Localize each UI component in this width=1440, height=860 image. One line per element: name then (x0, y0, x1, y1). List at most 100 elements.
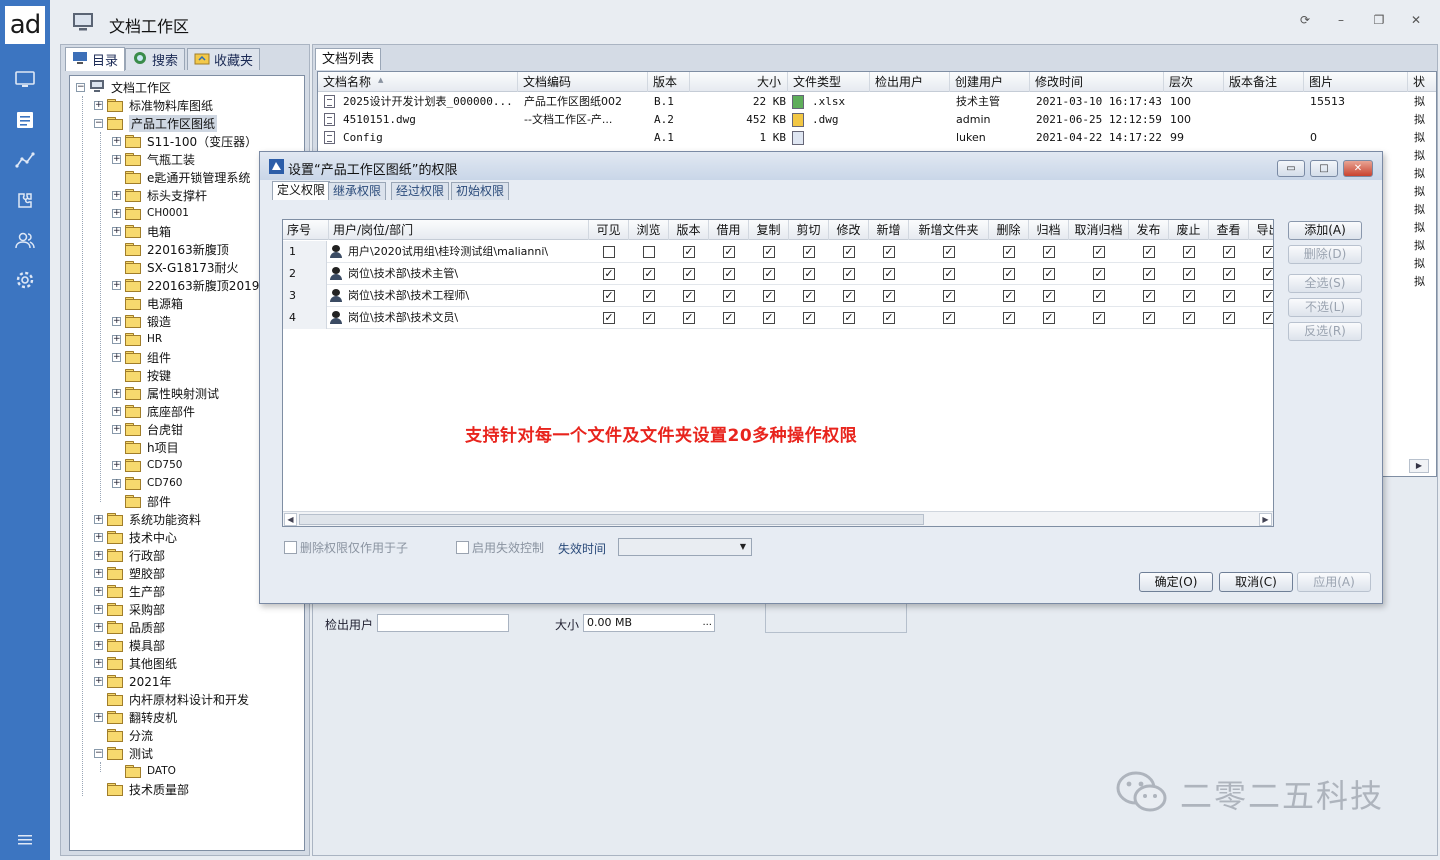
apply-button[interactable]: 应用(A) (1297, 572, 1371, 592)
permission-checkbox[interactable]: ✓ (603, 312, 615, 324)
table-cell-creator[interactable]: 技术主管 (956, 93, 1028, 111)
expand-icon[interactable]: + (112, 424, 121, 434)
scroll-thumb[interactable] (299, 514, 924, 525)
permission-checkbox[interactable]: ✓ (1003, 290, 1015, 302)
permission-checkbox[interactable]: ✓ (1183, 290, 1195, 302)
permission-checkbox[interactable]: ✓ (723, 312, 735, 324)
expiry-select[interactable]: ▼ (618, 538, 752, 556)
permission-checkbox[interactable]: ✓ (723, 268, 735, 280)
expand-icon[interactable]: + (112, 280, 121, 290)
column-header[interactable]: 借用 (709, 220, 749, 240)
tree-item[interactable]: SX-G18173耐火 (112, 258, 238, 276)
permission-checkbox[interactable]: ✓ (943, 290, 955, 302)
users-icon[interactable] (13, 228, 37, 252)
table-cell-modified[interactable]: 2021-06-25 12:12:59 (1036, 111, 1162, 129)
ok-button[interactable]: 确定(O) (1139, 572, 1213, 592)
permission-checkbox[interactable]: ✓ (1183, 246, 1195, 258)
principal-cell[interactable]: 用户\2020试用组\桂玲测试组\malianni\ (329, 241, 548, 263)
delete-children-option[interactable]: 删除权限仅作用于子 (284, 539, 408, 556)
column-header[interactable]: 查看 (1209, 220, 1249, 240)
permission-checkbox[interactable]: ✓ (883, 312, 895, 324)
table-cell-version[interactable]: A.2 (654, 111, 688, 129)
expand-icon[interactable]: + (94, 712, 103, 722)
expand-icon[interactable]: + (112, 388, 121, 398)
table-cell-image[interactable] (1310, 111, 1406, 129)
table-cell-status[interactable]: 拟 (1414, 165, 1436, 183)
expand-icon[interactable]: + (94, 640, 103, 650)
maximize-button[interactable]: □ (1310, 160, 1338, 177)
tree-item[interactable]: + 气瓶工装 (112, 150, 195, 168)
permission-checkbox[interactable]: ✓ (803, 290, 815, 302)
minimize-icon[interactable]: – (1332, 12, 1350, 28)
tree-item[interactable]: + 技术中心 (94, 528, 177, 546)
column-header[interactable]: 图片 (1304, 72, 1408, 92)
table-cell-level[interactable]: 99 (1170, 129, 1222, 147)
expand-icon[interactable]: + (94, 622, 103, 632)
permission-checkbox[interactable]: ✓ (1043, 312, 1055, 324)
tree-item[interactable]: + 组件 (112, 348, 171, 366)
tree-item[interactable]: + 模具部 (94, 636, 165, 654)
column-header[interactable]: 检出用户 (870, 72, 950, 92)
expand-icon[interactable]: + (112, 226, 121, 236)
table-row[interactable]: 4 岗位\技术部\技术文员\ ✓ ✓ ✓ ✓ ✓ ✓ ✓ ✓ ✓ ✓ ✓ ✓ ✓ ✓ ✓ ✓ (283, 307, 1273, 329)
column-header[interactable]: 创建用户 (950, 72, 1030, 92)
tree-item[interactable]: 分流 (94, 726, 153, 744)
permission-checkbox[interactable]: ✓ (683, 312, 695, 324)
checkout-user-field[interactable] (377, 614, 509, 632)
table-cell-modified[interactable]: 2021-04-22 14:17:22 (1036, 129, 1162, 147)
table-cell-status[interactable]: 拟 (1414, 255, 1436, 273)
column-header[interactable]: 可见 (589, 220, 629, 240)
tree-item[interactable]: + CD760 (112, 474, 182, 492)
expand-icon[interactable]: + (94, 568, 103, 578)
permission-checkbox[interactable]: ✓ (1223, 312, 1235, 324)
tree-item[interactable]: +220163新腹顶201907 (112, 276, 275, 294)
permission-checkbox[interactable]: ✓ (763, 312, 775, 324)
tree-item[interactable]: + 行政部 (94, 546, 165, 564)
collapse-icon[interactable]: − (76, 82, 85, 92)
permission-checkbox[interactable]: ✓ (1003, 268, 1015, 280)
permission-checkbox[interactable]: ✓ (843, 312, 855, 324)
permission-checkbox[interactable]: ✓ (763, 268, 775, 280)
table-cell-size[interactable]: 22 KB (696, 93, 786, 111)
table-cell-creator[interactable]: luken (956, 129, 1028, 147)
expand-icon[interactable]: + (94, 100, 103, 110)
table-cell-image[interactable]: 0 (1310, 129, 1406, 147)
permission-checkbox[interactable]: ✓ (1183, 312, 1195, 324)
tree-item[interactable]: − 产品工作区图纸 (94, 114, 218, 132)
permission-checkbox[interactable]: ✓ (603, 268, 615, 280)
tree-item[interactable]: + 采购部 (94, 600, 165, 618)
table-cell-name[interactable]: 2025设计开发计划表_000000... (343, 93, 518, 111)
expand-icon[interactable]: + (112, 334, 121, 344)
monitor-icon[interactable] (13, 68, 37, 92)
column-header[interactable]: 剪切 (789, 220, 829, 240)
permission-checkbox[interactable]: ✓ (1143, 290, 1155, 302)
table-cell-size[interactable]: 1 KB (696, 129, 787, 147)
permission-checkbox[interactable]: ✓ (943, 246, 955, 258)
table-cell-creator[interactable]: admin (956, 111, 1028, 129)
expand-icon[interactable]: + (112, 154, 121, 164)
permission-checkbox[interactable]: ✓ (683, 246, 695, 258)
table-row[interactable]: 3 岗位\技术部\技术工程师\ ✓ ✓ ✓ ✓ ✓ ✓ ✓ ✓ ✓ ✓ ✓ ✓ ✓ ✓ ✓ ✓ (283, 285, 1273, 307)
scroll-right-icon[interactable]: ▶ (1259, 513, 1272, 526)
tree-item[interactable]: h项目 (112, 438, 179, 456)
table-cell-status[interactable]: 拟 (1414, 129, 1436, 147)
permission-checkbox[interactable]: ✓ (643, 268, 655, 280)
table-cell-name[interactable]: Config (343, 129, 518, 147)
table-cell-level[interactable]: 100 (1170, 93, 1222, 111)
expand-icon[interactable]: + (94, 514, 103, 524)
permission-checkbox[interactable]: ✓ (643, 312, 655, 324)
permission-checkbox[interactable]: ✓ (1263, 246, 1273, 258)
table-cell-status[interactable]: 拟 (1414, 219, 1436, 237)
column-header[interactable]: 取消归档 (1069, 220, 1129, 240)
column-header[interactable]: 用户/岗位/部门 (329, 220, 589, 240)
tab-inherited-permissions[interactable]: 继承权限 (328, 182, 387, 200)
permission-checkbox[interactable]: ✓ (763, 246, 775, 258)
permission-checkbox[interactable]: ✓ (1143, 246, 1155, 258)
scroll-right-button[interactable]: ▶ (1409, 459, 1429, 473)
column-header[interactable]: 修改 (829, 220, 869, 240)
permission-checkbox[interactable]: ✓ (843, 290, 855, 302)
collapse-icon[interactable]: − (94, 118, 103, 128)
trend-icon[interactable] (13, 148, 37, 172)
table-cell-note[interactable] (1230, 129, 1302, 147)
chevron-down-icon[interactable]: ▼ (737, 542, 749, 552)
